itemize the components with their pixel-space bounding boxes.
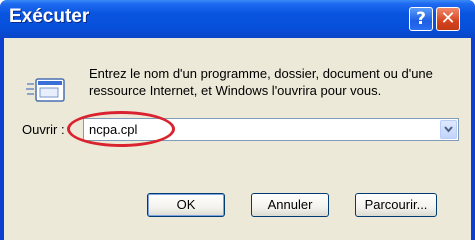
- window-title: Exécuter: [9, 6, 90, 27]
- run-icon: [26, 78, 65, 102]
- help-icon: ?: [416, 9, 426, 29]
- open-input[interactable]: ncpa.cpl: [89, 122, 137, 137]
- browse-button[interactable]: Parcourir...: [355, 193, 437, 217]
- help-button[interactable]: ?: [409, 7, 433, 31]
- cancel-button[interactable]: Annuler: [251, 193, 329, 217]
- open-combobox[interactable]: ncpa.cpl: [83, 118, 459, 141]
- dialog-message: Entrez le nom d'un programme, dossier, d…: [89, 66, 433, 98]
- close-button[interactable]: ✕: [436, 7, 460, 31]
- run-dialog: Exécuter ? ✕ Entrez le nom d'un programm…: [0, 0, 475, 240]
- open-label: Ouvrir :: [22, 122, 65, 137]
- chevron-down-icon: [444, 126, 453, 133]
- title-bar[interactable]: Exécuter ? ✕: [0, 0, 475, 38]
- close-icon: ✕: [440, 8, 456, 29]
- dialog-body: Entrez le nom d'un programme, dossier, d…: [4, 38, 471, 240]
- ok-button[interactable]: OK: [147, 193, 225, 217]
- dropdown-button[interactable]: [440, 120, 457, 139]
